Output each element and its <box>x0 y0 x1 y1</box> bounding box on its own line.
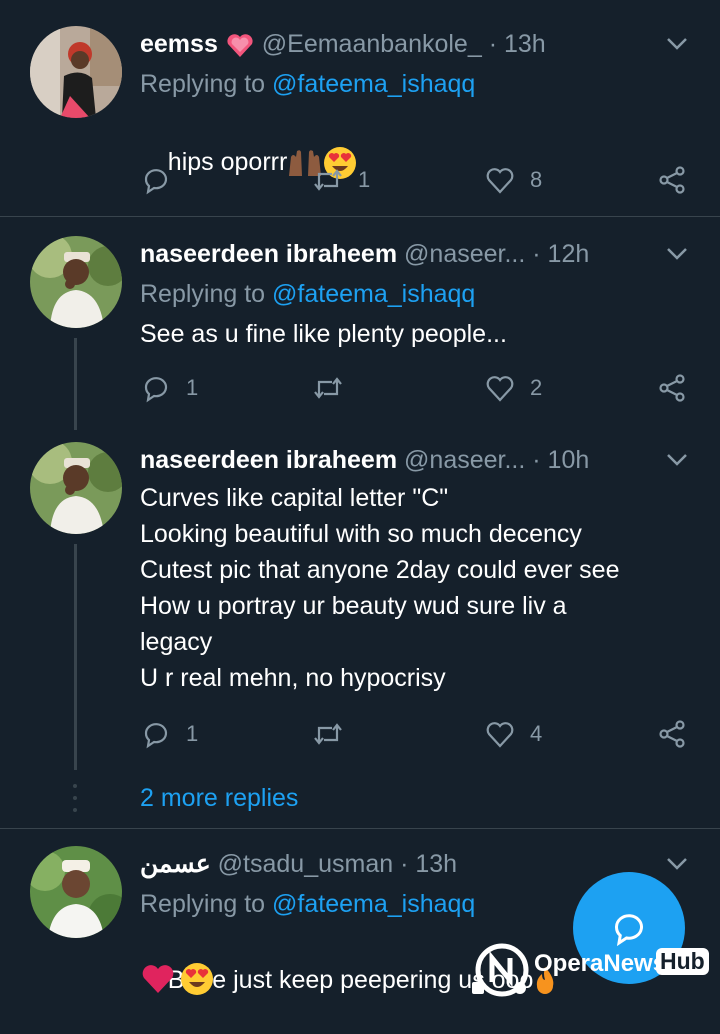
share-button[interactable] <box>656 716 688 752</box>
chevron-down-icon[interactable] <box>664 446 690 472</box>
more-replies-dots <box>73 784 77 814</box>
thread-line <box>74 544 77 770</box>
retweet-count: 1 <box>358 167 371 192</box>
display-name[interactable]: naseerdeen ibraheem <box>140 240 397 268</box>
retweet-icon <box>314 377 342 399</box>
chevron-down-icon[interactable] <box>664 240 690 266</box>
timestamp[interactable]: · 13h <box>400 850 457 878</box>
like-button[interactable]: 2 <box>484 370 542 406</box>
tweet-3[interactable]: naseerdeen ibraheem @naseer... · 10h Cur… <box>0 442 720 772</box>
reply-icon <box>144 377 168 403</box>
divider <box>0 828 720 829</box>
handle[interactable]: @naseer... <box>404 446 525 474</box>
mention-link[interactable]: @fateema_ishaqq <box>272 280 475 308</box>
watermark-hub: Hub <box>656 948 709 975</box>
tweet-header: naseerdeen ibraheem @naseer... · 12h <box>140 238 589 270</box>
reply-button[interactable]: 1 <box>140 716 198 752</box>
tweet-header: عسمن @tsadu_usman · 13h <box>140 848 457 880</box>
avatar[interactable] <box>30 236 122 328</box>
reply-button[interactable]: 1 <box>140 370 198 406</box>
heart-icon <box>486 722 514 748</box>
display-name[interactable]: عسمن <box>140 850 211 878</box>
like-button[interactable]: 4 <box>484 716 542 752</box>
avatar[interactable] <box>30 26 122 118</box>
handle[interactable]: @naseer... <box>404 240 525 268</box>
share-icon <box>659 166 685 194</box>
operanews-logo-icon <box>472 943 529 997</box>
like-count: 8 <box>530 167 543 192</box>
tweet-actions: 1 2 <box>140 370 700 406</box>
share-icon <box>659 374 685 402</box>
retweet-icon <box>314 723 342 745</box>
tweet-actions: 1 8 <box>140 162 700 198</box>
chevron-down-icon[interactable] <box>664 850 690 876</box>
like-button[interactable]: 8 <box>484 162 542 198</box>
red-heart-emoji <box>140 963 176 995</box>
reply-icon <box>144 723 168 749</box>
retweet-button[interactable]: 1 <box>312 162 370 198</box>
share-icon <box>659 720 685 748</box>
tweet-header: eemss @Eemaanbankole_ · 13h <box>140 28 546 60</box>
reply-count: 1 <box>186 375 199 400</box>
retweet-button[interactable] <box>312 716 344 752</box>
divider <box>0 216 720 217</box>
mention-link[interactable]: @fateema_ishaqq <box>272 890 475 918</box>
reply-count: 1 <box>186 721 199 746</box>
tweet-text: Curves like capital letter "C" Looking b… <box>140 484 620 692</box>
avatar[interactable] <box>30 442 122 534</box>
display-name[interactable]: eemss <box>140 30 218 58</box>
reply-icon <box>144 169 168 195</box>
heart-emoji <box>225 32 255 58</box>
timestamp[interactable]: · 10h <box>532 446 589 474</box>
timestamp[interactable]: · 12h <box>532 240 589 268</box>
retweet-button[interactable] <box>312 370 344 406</box>
mention-link[interactable]: @fateema_ishaqq <box>272 70 475 98</box>
replying-to: Replying to @fateema_ishaqq <box>140 280 476 308</box>
heart-icon <box>486 376 514 402</box>
like-count: 2 <box>530 375 543 400</box>
reply-button[interactable] <box>140 162 172 198</box>
operanews-watermark: OperaNews Hub <box>470 934 720 1004</box>
tweet-actions: 1 4 <box>140 716 700 752</box>
replying-to: Replying to @fateema_ishaqq <box>140 70 476 98</box>
handle[interactable]: @Eemaanbankole_ <box>262 30 482 58</box>
retweet-icon <box>314 169 342 191</box>
like-count: 4 <box>530 721 543 746</box>
watermark-brand: OperaNews <box>534 950 667 977</box>
display-name[interactable]: naseerdeen ibraheem <box>140 446 397 474</box>
heart-icon <box>486 168 514 194</box>
chevron-down-icon[interactable] <box>664 30 690 56</box>
thread-line <box>74 338 77 430</box>
emoji-line <box>140 962 214 998</box>
replying-to: Replying to @fateema_ishaqq <box>140 890 476 918</box>
handle[interactable]: @tsadu_usman <box>218 850 393 878</box>
timestamp[interactable]: · 13h <box>489 30 546 58</box>
tweet-2[interactable]: naseerdeen ibraheem @naseer... · 12h Rep… <box>0 236 720 436</box>
share-button[interactable] <box>656 162 688 198</box>
share-button[interactable] <box>656 370 688 406</box>
avatar[interactable] <box>30 846 122 938</box>
heart-eyes-emoji <box>180 962 214 996</box>
tweet-header: naseerdeen ibraheem @naseer... · 10h <box>140 444 589 476</box>
tweet-text: See as u fine like plenty people... <box>140 320 507 348</box>
tweet-1[interactable]: eemss @Eemaanbankole_ · 13h Replying to … <box>0 26 720 216</box>
more-replies-link[interactable]: 2 more replies <box>140 782 298 814</box>
